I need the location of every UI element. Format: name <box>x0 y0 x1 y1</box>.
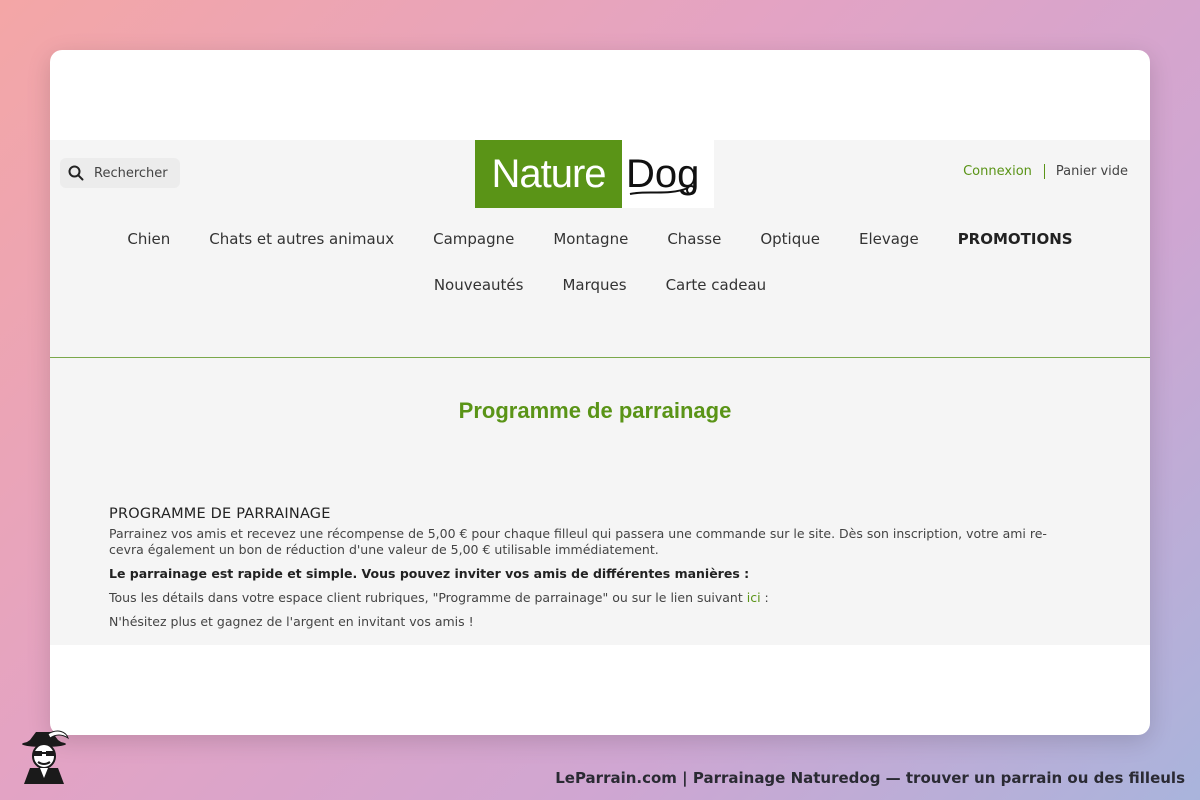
logo-leash-icon <box>629 185 696 195</box>
login-link[interactable]: Connexion <box>963 164 1045 179</box>
page-title: Programme de parrainage <box>458 398 732 423</box>
account-links: Connexion Panier vide <box>963 164 1128 179</box>
nav-item-chien[interactable]: Chien <box>127 230 170 248</box>
nav-divider <box>50 357 1150 358</box>
content-block: PROGRAMME DE PARRAINAGE Parrainez vos am… <box>109 506 1079 638</box>
details-suffix: : <box>760 590 769 605</box>
nav-item-optique[interactable]: Optique <box>760 230 820 248</box>
search-icon <box>68 165 84 181</box>
footer-caption: LeParrain.com | Parrainage Naturedog — t… <box>555 769 1185 787</box>
nav-item-marques[interactable]: Marques <box>562 276 626 294</box>
logo-left: Nature <box>475 140 622 208</box>
browser-card: Rechercher Nature Dog Connexion Panier v… <box>50 50 1150 735</box>
main-nav-row-1: Chien Chats et autres animaux Campagne M… <box>50 230 1150 248</box>
nav-item-elevage[interactable]: Elevage <box>859 230 919 248</box>
logo-right: Dog <box>622 140 714 208</box>
mascot-icon <box>22 730 69 784</box>
closing-paragraph: N'hésitez plus et gagnez de l'argent en … <box>109 614 474 629</box>
details-link[interactable]: ici <box>747 590 761 605</box>
nav-item-chats[interactable]: Chats et autres animaux <box>209 230 394 248</box>
search-box[interactable]: Rechercher <box>60 158 180 188</box>
details-prefix: Tous les détails dans votre espace clien… <box>109 590 747 605</box>
cart-link[interactable]: Panier vide <box>1045 164 1128 179</box>
section-title: PROGRAMME DE PARRAINAGE <box>109 506 331 522</box>
naturedog-logo[interactable]: Nature Dog <box>475 140 714 208</box>
intro-paragraph: Parrainez vos amis et recevez une récomp… <box>109 526 1047 557</box>
bold-paragraph: Le parrainage est rapide et simple. Vous… <box>109 566 750 581</box>
nav-item-carte-cadeau[interactable]: Carte cadeau <box>666 276 767 294</box>
nav-item-chasse[interactable]: Chasse <box>667 230 721 248</box>
nav-item-campagne[interactable]: Campagne <box>433 230 514 248</box>
site-area: Rechercher Nature Dog Connexion Panier v… <box>50 140 1150 645</box>
main-nav-row-2: Nouveautés Marques Carte cadeau <box>50 276 1150 294</box>
nav-item-promotions[interactable]: PROMOTIONS <box>958 230 1073 248</box>
details-paragraph: Tous les détails dans votre espace clien… <box>109 590 1079 606</box>
nav-item-montagne[interactable]: Montagne <box>553 230 628 248</box>
search-placeholder: Rechercher <box>94 165 168 181</box>
nav-item-nouveautes[interactable]: Nouveautés <box>434 276 524 294</box>
